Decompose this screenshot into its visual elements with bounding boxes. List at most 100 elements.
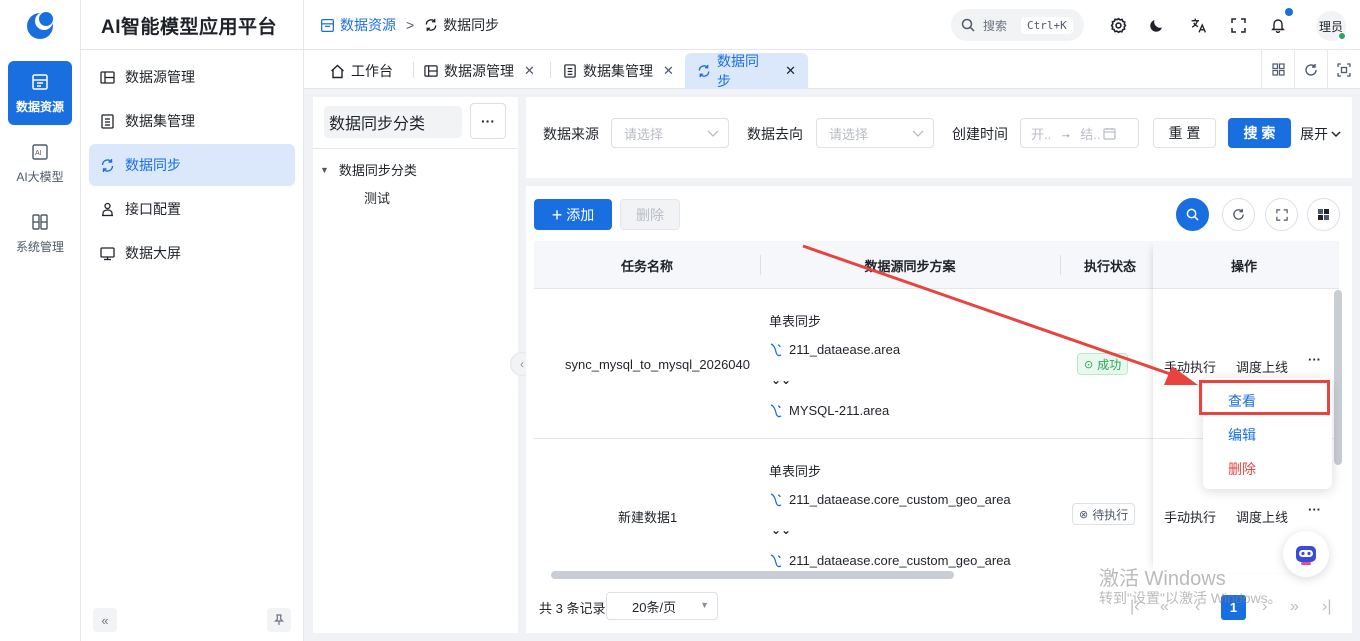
rail-item-data-resource[interactable]: 数据资源 bbox=[8, 61, 72, 125]
rail-label: AI大模型 bbox=[16, 169, 64, 184]
gear-icon bbox=[1110, 17, 1126, 33]
caret-down-icon: ▼ bbox=[320, 164, 329, 175]
tree-node-child[interactable]: 测试 bbox=[364, 188, 390, 207]
task-name-link[interactable]: sync_mysql_to_mysql_2026040 bbox=[565, 357, 752, 372]
sync-icon bbox=[424, 18, 438, 32]
more-actions-button[interactable]: ··· bbox=[1308, 352, 1321, 367]
tab-data-sync[interactable]: 数据同步 ✕ bbox=[685, 53, 808, 89]
tab-dataset[interactable]: 数据集管理 ✕ bbox=[551, 53, 686, 89]
windows-activation-watermark: 激活 Windows bbox=[1099, 568, 1226, 590]
target-table-name: 211_dataease.core_custom_geo_area bbox=[789, 552, 1011, 568]
breadcrumb: 数据资源 > 数据同步 bbox=[320, 0, 499, 50]
expand-filters-button[interactable]: 展开 bbox=[1300, 124, 1342, 144]
avatar[interactable]: 理员 bbox=[1316, 11, 1346, 41]
refresh-icon bbox=[1233, 208, 1244, 220]
status-badge: ⊙ 成功 bbox=[1077, 353, 1129, 375]
tab-grid-button[interactable] bbox=[1261, 50, 1294, 89]
fullscreen-button[interactable] bbox=[1226, 13, 1250, 37]
filter-bar: 数据来源 请选择 数据去向 请选择 创建时间 开.. → 结.. 重 置 搜 索… bbox=[526, 97, 1352, 178]
language-button[interactable] bbox=[1186, 13, 1210, 37]
dataset-icon bbox=[99, 113, 115, 129]
reset-button[interactable]: 重 置 bbox=[1153, 118, 1216, 148]
chevron-down-icon bbox=[912, 130, 924, 137]
task-name-link[interactable]: 新建数据1 bbox=[618, 507, 677, 526]
collapse-sidebar-button[interactable]: « bbox=[93, 608, 117, 632]
sidebar-item-big-screen[interactable]: 数据大屏 bbox=[89, 232, 295, 274]
theme-toggle-button[interactable] bbox=[1145, 13, 1169, 37]
rail-item-system-manage[interactable]: 系统管理 bbox=[8, 201, 72, 265]
global-search[interactable]: 搜索 Ctrl+K bbox=[951, 9, 1084, 41]
delete-menu-item[interactable]: 删除 bbox=[1228, 459, 1256, 479]
date-range-picker[interactable]: 开.. → 结.. bbox=[1020, 118, 1139, 148]
pin-icon bbox=[274, 614, 284, 625]
pin-sidebar-button[interactable] bbox=[267, 608, 291, 632]
edit-menu-item[interactable]: 编辑 bbox=[1228, 425, 1256, 445]
tree-more-button[interactable]: ··· bbox=[470, 103, 506, 139]
sync-plan-title: 单表同步 bbox=[769, 314, 822, 329]
tab-refresh-button[interactable] bbox=[1294, 50, 1327, 89]
data-resource-icon bbox=[320, 18, 335, 33]
toggle-search-button[interactable] bbox=[1176, 198, 1209, 231]
notification-dot bbox=[1285, 8, 1293, 16]
check-circle-icon: ⊙ bbox=[1084, 358, 1094, 371]
system-manage-icon bbox=[30, 212, 50, 232]
manual-run-button[interactable]: 手动执行 bbox=[1164, 507, 1216, 526]
annotation-highlight-box bbox=[1199, 380, 1330, 415]
schedule-online-button[interactable]: 调度上线 bbox=[1236, 357, 1288, 376]
refresh-icon bbox=[1305, 63, 1317, 76]
assistant-bot-button[interactable] bbox=[1283, 531, 1329, 577]
windows-activation-hint: 转到"设置"以激活 Windows。 bbox=[1099, 590, 1282, 606]
close-icon[interactable]: ✕ bbox=[524, 63, 535, 79]
tab-label: 数据集管理 bbox=[583, 63, 653, 79]
sidebar-item-api-config[interactable]: 接口配置 bbox=[89, 188, 295, 230]
search-button[interactable]: 搜 索 bbox=[1228, 118, 1291, 148]
page-size-select[interactable]: 20条/页 ▼ bbox=[606, 592, 718, 620]
tab-maximize-button[interactable] bbox=[1327, 50, 1360, 89]
close-icon[interactable]: ✕ bbox=[785, 63, 796, 79]
column-settings-button[interactable] bbox=[1307, 198, 1340, 231]
fullscreen-icon bbox=[1230, 17, 1246, 33]
rail-item-ai-model[interactable]: AI AI大模型 bbox=[8, 131, 72, 195]
vertical-scrollbar[interactable] bbox=[1334, 290, 1342, 465]
refresh-table-button[interactable] bbox=[1222, 198, 1255, 231]
sidebar-item-data-sync[interactable]: 数据同步 bbox=[89, 144, 295, 186]
double-chevron-down-icon: ⌄⌄ bbox=[771, 373, 792, 387]
next-group-button[interactable]: » bbox=[1290, 598, 1299, 616]
delete-task-button[interactable]: 删除 bbox=[620, 199, 680, 230]
more-actions-button[interactable]: ··· bbox=[1308, 502, 1321, 517]
source-table-name: 211_dataease.area bbox=[789, 341, 901, 357]
fullscreen-icon bbox=[1275, 208, 1288, 221]
svg-text:AI: AI bbox=[35, 150, 42, 157]
plus-icon: + bbox=[551, 204, 563, 225]
sidebar-item-datasource[interactable]: 数据源管理 bbox=[89, 56, 295, 98]
tab-workbench[interactable]: 工作台 bbox=[318, 53, 405, 89]
manual-run-button[interactable]: 手动执行 bbox=[1164, 357, 1216, 376]
sidebar-item-dataset[interactable]: 数据集管理 bbox=[89, 100, 295, 142]
double-chevron-right-icon: » bbox=[1290, 598, 1299, 615]
breadcrumb-parent[interactable]: 数据资源 bbox=[340, 15, 396, 35]
mysql-icon bbox=[770, 343, 782, 357]
schedule-online-button[interactable]: 调度上线 bbox=[1236, 507, 1288, 526]
tab-label: 工作台 bbox=[351, 63, 393, 79]
settings-button[interactable] bbox=[1106, 13, 1130, 37]
breadcrumb-separator: > bbox=[406, 17, 415, 33]
divider bbox=[81, 49, 304, 50]
app-title: AI智能模型应用平台 bbox=[101, 17, 278, 38]
dataset-icon bbox=[563, 64, 577, 78]
last-page-button[interactable]: ›| bbox=[1322, 598, 1331, 616]
time-filter-label: 创建时间 bbox=[952, 126, 1008, 142]
sync-source: 211_dataease.core_custom_geo_area bbox=[769, 491, 1011, 507]
fullscreen-table-button[interactable] bbox=[1265, 198, 1298, 231]
maximize-icon bbox=[1337, 62, 1351, 77]
tab-datasource[interactable]: 数据源管理 ✕ bbox=[412, 53, 547, 89]
horizontal-scrollbar[interactable] bbox=[551, 571, 954, 579]
target-table-name: MYSQL-211.area bbox=[789, 402, 890, 418]
add-task-button[interactable]: + 添加 bbox=[534, 199, 612, 230]
close-icon[interactable]: ✕ bbox=[663, 63, 674, 79]
tab-label: 数据同步 bbox=[717, 53, 759, 89]
tree-node-root[interactable]: ▼ 数据同步分类 bbox=[320, 160, 417, 179]
source-select[interactable]: 请选择 bbox=[611, 118, 729, 148]
category-tree-panel: 数据同步分类 ··· ▼ 数据同步分类 测试 bbox=[313, 97, 518, 633]
notification-button[interactable] bbox=[1266, 8, 1293, 37]
target-select[interactable]: 请选择 bbox=[816, 118, 934, 148]
